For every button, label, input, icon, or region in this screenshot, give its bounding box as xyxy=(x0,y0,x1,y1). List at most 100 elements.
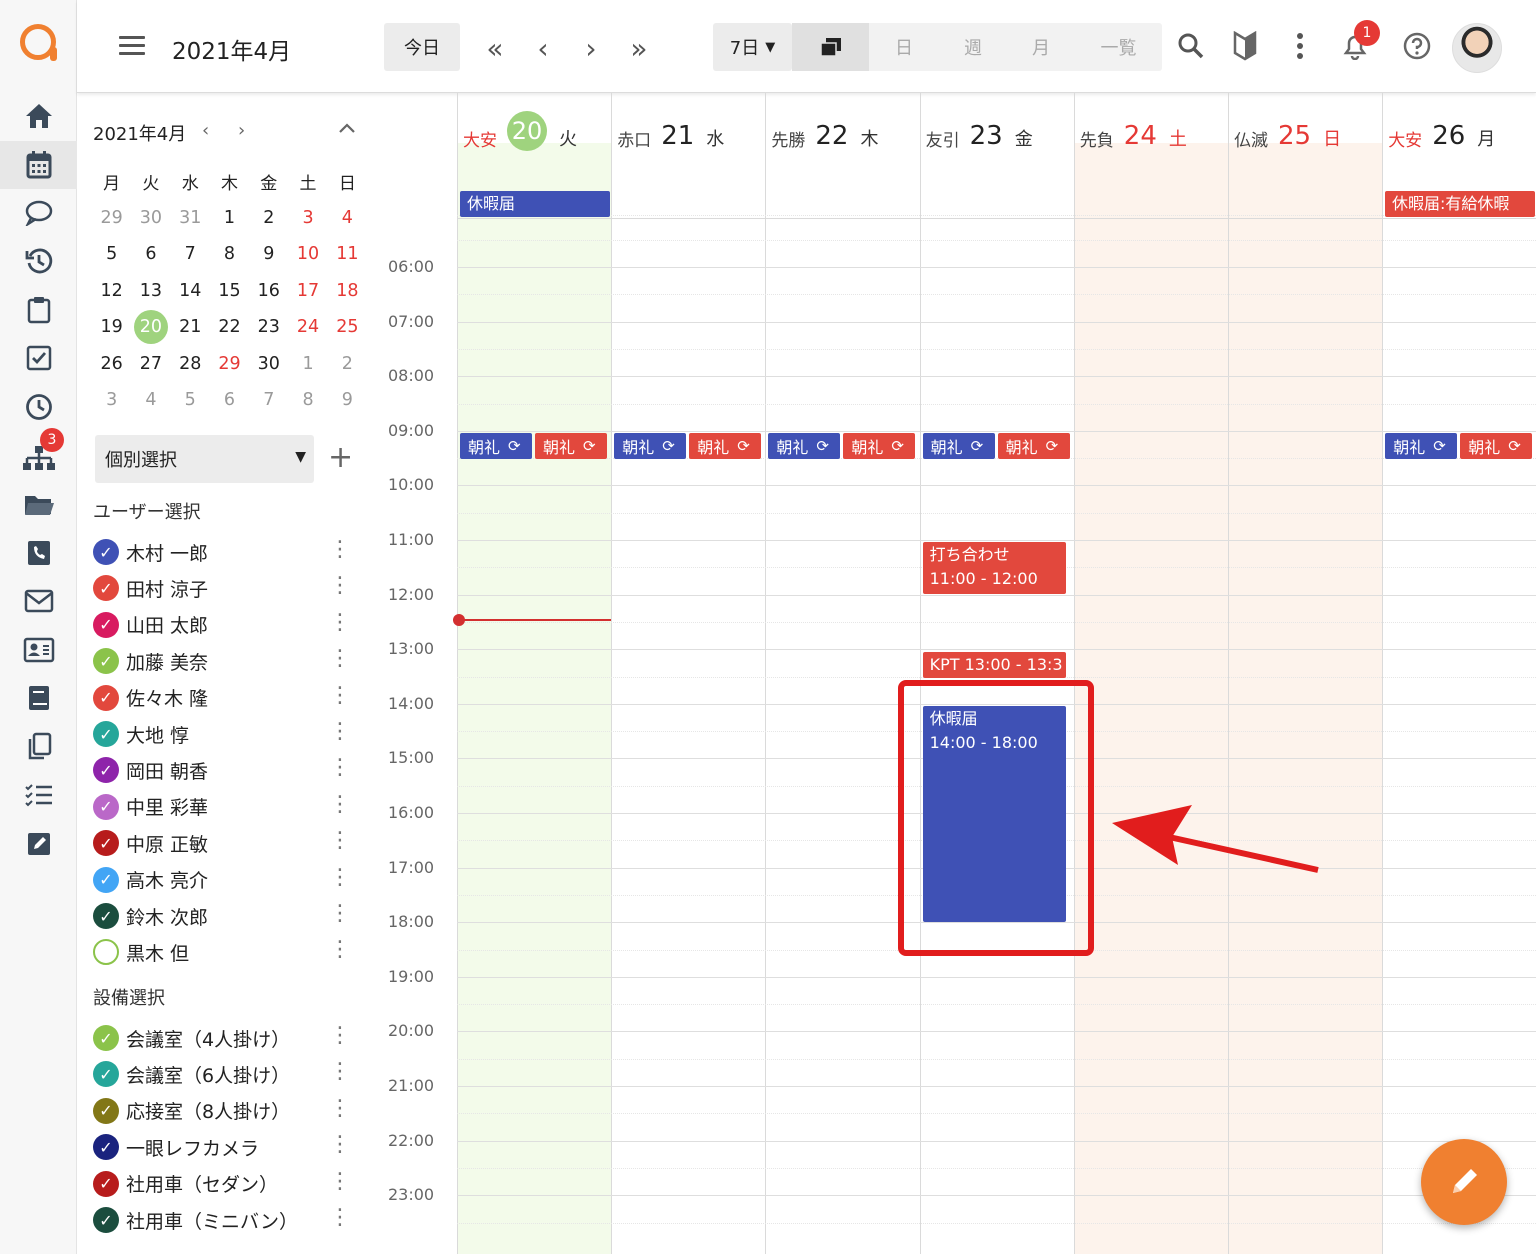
more-vertical-icon[interactable] xyxy=(1282,28,1318,64)
recurring-event-chip[interactable]: 朝礼 ⟳ xyxy=(843,433,916,459)
recurring-event-chip[interactable]: 朝礼 ⟳ xyxy=(768,433,841,459)
user-item[interactable]: ✓ 山田 太郎 ⋮ xyxy=(93,608,353,642)
mini-calendar-day[interactable]: 13 xyxy=(131,281,170,301)
mini-calendar-day[interactable]: 30 xyxy=(131,208,170,228)
facility-item[interactable]: ✓ 会議室（4人掛け） ⋮ xyxy=(93,1021,353,1055)
mini-calendar-day[interactable]: 2 xyxy=(328,354,367,374)
mini-calendar-day[interactable]: 29 xyxy=(210,354,249,374)
day-header[interactable]: 友引 23 金 xyxy=(919,93,1074,157)
next-icon[interactable]: › xyxy=(571,28,611,68)
clock-icon[interactable] xyxy=(0,383,77,431)
more-vertical-icon[interactable]: ⋮ xyxy=(329,1134,351,1156)
menu-icon[interactable] xyxy=(119,36,145,56)
recurring-event-chip[interactable]: 朝礼 ⟳ xyxy=(997,433,1070,459)
checkbox-icon[interactable]: ✓ xyxy=(93,1134,119,1161)
facility-item[interactable]: ✓ 会議室（6人掛け） ⋮ xyxy=(93,1057,353,1091)
search-icon[interactable] xyxy=(1173,28,1209,64)
event-meeting[interactable]: 打ち合わせ 11:00 - 12:00 xyxy=(922,542,1066,594)
checkbox-icon[interactable]: ✓ xyxy=(93,1025,119,1051)
mini-calendar-day[interactable]: 28 xyxy=(171,354,210,374)
day-header[interactable]: 大安 20 火 xyxy=(457,93,611,157)
checkbox-icon[interactable]: ✓ xyxy=(93,1097,119,1124)
mini-calendar-day[interactable]: 7 xyxy=(171,244,210,264)
checkbox-icon[interactable]: ✓ xyxy=(93,903,119,929)
beginner-mark-icon[interactable] xyxy=(1227,28,1263,64)
clipboard-icon[interactable] xyxy=(0,286,77,334)
checkbox-icon[interactable]: ✓ xyxy=(93,539,119,565)
user-item[interactable]: ✓ 岡田 朝香 ⋮ xyxy=(93,753,353,787)
allday-event[interactable]: 休暇届 xyxy=(460,191,610,217)
mini-calendar-day[interactable]: 10 xyxy=(288,244,327,264)
facility-item[interactable]: ✓ 応接室（8人掛け） ⋮ xyxy=(93,1094,353,1128)
more-vertical-icon[interactable]: ⋮ xyxy=(329,684,351,707)
checkbox-icon[interactable]: ✓ xyxy=(93,757,119,784)
user-item[interactable]: ✓ 中原 正敏 ⋮ xyxy=(93,826,353,860)
mini-calendar-day[interactable]: 1 xyxy=(210,208,249,228)
more-vertical-icon[interactable]: ⋮ xyxy=(329,830,351,852)
more-vertical-icon[interactable]: ⋮ xyxy=(329,1170,351,1193)
day-column[interactable] xyxy=(611,143,765,1254)
checklist-icon[interactable] xyxy=(0,771,77,819)
mini-calendar-day[interactable]: 3 xyxy=(92,390,131,410)
event-kpt[interactable]: KPT 13:00 - 13:3 xyxy=(922,652,1066,678)
checkbox-icon[interactable]: ✓ xyxy=(93,721,119,747)
copy-icon[interactable] xyxy=(0,722,77,770)
prev-range-double-icon[interactable]: « xyxy=(475,28,515,68)
mini-calendar-day[interactable]: 2 xyxy=(249,208,288,228)
mini-calendar-day[interactable]: 11 xyxy=(328,244,367,264)
more-vertical-icon[interactable]: ⋮ xyxy=(329,939,351,961)
day-header[interactable]: 先負 24 土 xyxy=(1073,93,1228,157)
mini-calendar-day[interactable]: 23 xyxy=(249,317,288,337)
mini-calendar-day[interactable]: 27 xyxy=(131,354,170,374)
user-item[interactable]: 黒木 但 ⋮ xyxy=(93,935,353,969)
view-week-button[interactable]: 週 xyxy=(939,23,1007,71)
mini-calendar-day[interactable]: 4 xyxy=(131,390,170,410)
day-column[interactable] xyxy=(1073,143,1228,1254)
group-select[interactable]: 個別選択 ▼ xyxy=(95,435,314,483)
calendar-icon[interactable] xyxy=(0,141,77,189)
mini-calendar-day[interactable]: 5 xyxy=(92,244,131,264)
mini-calendar-day[interactable]: 29 xyxy=(92,208,131,228)
user-item[interactable]: ✓ 高木 亮介 ⋮ xyxy=(93,863,353,897)
user-item[interactable]: ✓ 木村 一郎 ⋮ xyxy=(93,535,353,569)
checkbox-icon[interactable]: ✓ xyxy=(93,1207,119,1233)
checkbox-icon[interactable]: ✓ xyxy=(93,684,119,711)
user-item[interactable]: ✓ 佐々木 隆 ⋮ xyxy=(93,681,353,715)
allday-event[interactable]: 休暇届:有給休暇 xyxy=(1385,191,1535,217)
mini-calendar-day[interactable]: 9 xyxy=(328,390,367,410)
checkbox-icon[interactable]: ✓ xyxy=(93,1061,119,1088)
view-day-button[interactable]: 日 xyxy=(869,23,939,71)
more-vertical-icon[interactable]: ⋮ xyxy=(329,611,351,634)
more-vertical-icon[interactable]: ⋮ xyxy=(329,793,351,816)
view-month-button[interactable]: 月 xyxy=(1007,23,1075,71)
contact-card-icon[interactable] xyxy=(0,626,77,674)
user-item[interactable]: ✓ 田村 涼子 ⋮ xyxy=(93,571,353,605)
checkbox-icon[interactable]: ✓ xyxy=(93,648,119,675)
task-check-icon[interactable] xyxy=(0,334,77,382)
phone-book-icon[interactable] xyxy=(0,529,77,577)
prev-icon[interactable]: ‹ xyxy=(523,28,563,68)
user-item[interactable]: ✓ 加藤 美奈 ⋮ xyxy=(93,644,353,678)
org-chart-icon[interactable]: 3 xyxy=(0,428,77,482)
mini-next-icon[interactable]: › xyxy=(238,120,245,141)
mini-calendar-day[interactable]: 15 xyxy=(210,281,249,301)
mini-calendar-day[interactable]: 6 xyxy=(210,390,249,410)
view-list-button[interactable]: 一覧 xyxy=(1075,23,1162,71)
recurring-event-chip[interactable]: 朝礼 ⟳ xyxy=(460,433,532,459)
checkbox-icon[interactable]: ✓ xyxy=(93,611,119,638)
user-item[interactable]: ✓ 大地 惇 ⋮ xyxy=(93,717,353,751)
chat-icon[interactable] xyxy=(0,189,77,237)
folder-icon[interactable] xyxy=(0,481,77,529)
more-vertical-icon[interactable]: ⋮ xyxy=(329,1207,351,1229)
book-icon[interactable] xyxy=(0,674,77,722)
mini-calendar-day[interactable]: 26 xyxy=(92,354,131,374)
mini-calendar-day[interactable]: 25 xyxy=(328,317,367,337)
mini-calendar-day[interactable]: 21 xyxy=(171,317,210,337)
more-vertical-icon[interactable]: ⋮ xyxy=(329,1097,351,1120)
history-icon[interactable] xyxy=(0,237,77,285)
mini-calendar-day[interactable]: 5 xyxy=(171,390,210,410)
more-vertical-icon[interactable]: ⋮ xyxy=(329,721,351,743)
user-item[interactable]: ✓ 鈴木 次郎 ⋮ xyxy=(93,899,353,933)
day-column[interactable] xyxy=(457,143,612,1254)
mini-calendar-day[interactable]: 14 xyxy=(171,281,210,301)
